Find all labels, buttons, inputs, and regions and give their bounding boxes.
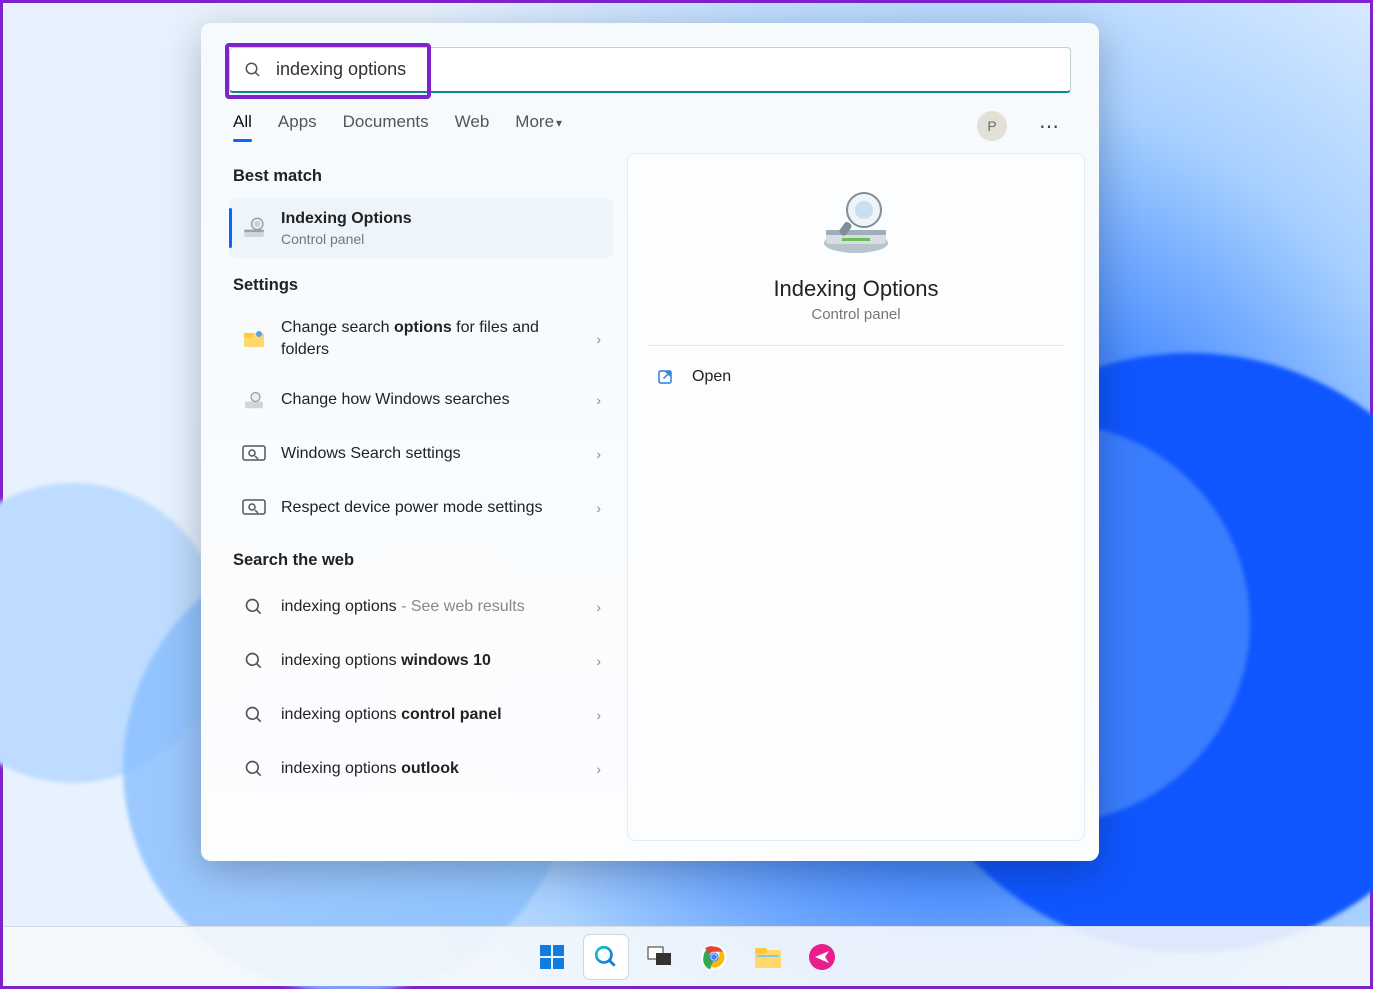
result-label: Windows Search settings: [281, 443, 582, 465]
detail-subtitle: Control panel: [811, 306, 900, 323]
folder-options-icon: [241, 326, 267, 352]
search-icon: [241, 702, 267, 728]
detail-title: Indexing Options: [773, 276, 938, 302]
open-external-icon: [656, 368, 674, 386]
taskbar-explorer-icon[interactable]: [746, 935, 790, 979]
search-icon: [241, 648, 267, 674]
taskbar-search-button[interactable]: [584, 935, 628, 979]
chevron-right-icon: ›: [596, 331, 601, 347]
search-icon: [241, 756, 267, 782]
search-input-value[interactable]: indexing options: [276, 59, 1056, 80]
search-icon: [244, 61, 262, 79]
detail-pane: Indexing Options Control panel Open: [627, 153, 1085, 841]
section-web: Search the web: [233, 551, 609, 570]
start-button[interactable]: [530, 935, 574, 979]
section-best-match: Best match: [233, 167, 609, 186]
result-label: indexing options windows 10: [281, 650, 582, 672]
user-avatar[interactable]: P: [977, 111, 1007, 141]
power-search-icon: [241, 495, 267, 521]
result-label: indexing options - See web results: [281, 596, 582, 618]
web-result[interactable]: indexing options control panel ›: [229, 690, 613, 740]
windows-search-icon: [241, 441, 267, 467]
chevron-right-icon: ›: [596, 599, 601, 615]
web-result[interactable]: indexing options windows 10 ›: [229, 636, 613, 686]
search-icon: [241, 594, 267, 620]
settings-result[interactable]: Change how Windows searches ›: [229, 375, 613, 425]
more-options-button[interactable]: ⋯: [1033, 114, 1067, 139]
web-result[interactable]: indexing options outlook ›: [229, 744, 613, 794]
settings-result[interactable]: Change search options for files and fold…: [229, 307, 613, 370]
search-filter-tabs: All Apps Documents Web More▾ P ⋯: [229, 93, 1071, 141]
settings-result[interactable]: Windows Search settings ›: [229, 429, 613, 479]
best-match-title: Indexing Options: [281, 208, 601, 230]
indexing-options-icon: [241, 215, 267, 241]
best-match-subtitle: Control panel: [281, 230, 601, 249]
indexing-options-large-icon: [816, 188, 896, 258]
taskbar: [3, 926, 1370, 986]
taskbar-chrome-icon[interactable]: [692, 935, 736, 979]
chevron-right-icon: ›: [596, 446, 601, 462]
chevron-right-icon: ›: [596, 500, 601, 516]
search-settings-icon: [241, 387, 267, 413]
tab-more[interactable]: More▾: [515, 112, 562, 140]
start-search-panel: indexing options All Apps Documents Web …: [201, 23, 1099, 861]
tab-all[interactable]: All: [233, 112, 252, 140]
results-column: Best match Indexing Options Control pane…: [215, 153, 613, 841]
taskbar-app-icon[interactable]: [800, 935, 844, 979]
tab-web[interactable]: Web: [455, 112, 490, 140]
chevron-right-icon: ›: [596, 707, 601, 723]
web-result[interactable]: indexing options - See web results ›: [229, 582, 613, 632]
task-view-button[interactable]: [638, 935, 682, 979]
result-label: Change how Windows searches: [281, 389, 582, 411]
search-box[interactable]: indexing options: [229, 47, 1071, 93]
open-label: Open: [692, 368, 731, 386]
result-label: Change search options for files and fold…: [281, 317, 582, 360]
chevron-right-icon: ›: [596, 653, 601, 669]
best-match-result[interactable]: Indexing Options Control panel: [229, 198, 613, 258]
tab-documents[interactable]: Documents: [343, 112, 429, 140]
tab-apps[interactable]: Apps: [278, 112, 317, 140]
result-label: Respect device power mode settings: [281, 497, 582, 519]
result-label: indexing options outlook: [281, 758, 582, 780]
chevron-right-icon: ›: [596, 761, 601, 777]
settings-result[interactable]: Respect device power mode settings ›: [229, 483, 613, 533]
chevron-down-icon: ▾: [556, 116, 562, 130]
chevron-right-icon: ›: [596, 392, 601, 408]
section-settings: Settings: [233, 276, 609, 295]
open-action[interactable]: Open: [648, 356, 1064, 398]
result-label: indexing options control panel: [281, 704, 582, 726]
